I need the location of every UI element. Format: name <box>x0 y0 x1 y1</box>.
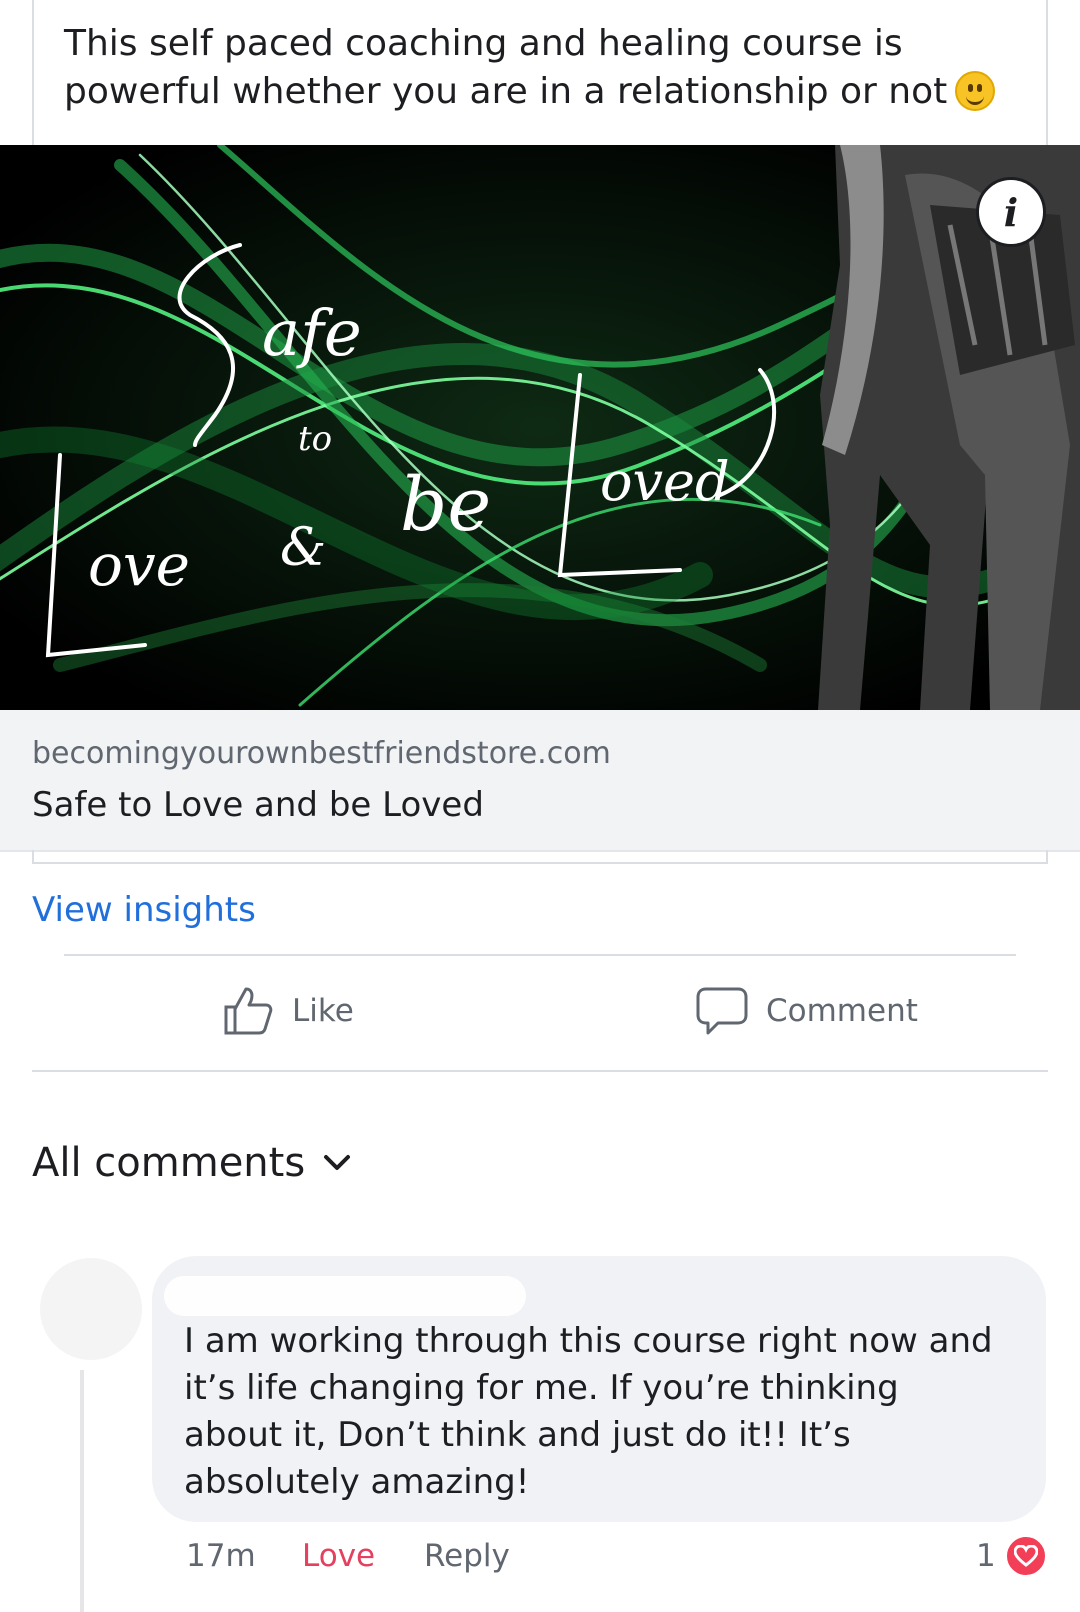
comments-filter-label: All comments <box>32 1140 306 1186</box>
comment-timestamp: 17m <box>186 1538 256 1574</box>
smiling-face-icon <box>955 71 996 111</box>
comments-filter-dropdown[interactable]: All comments <box>32 1140 351 1186</box>
like-label: Like <box>292 993 354 1029</box>
post-caption: This self paced coaching and healing cou… <box>64 20 1024 116</box>
comment-reply-button[interactable]: Reply <box>424 1538 510 1574</box>
divider <box>32 1070 1048 1072</box>
ad-image[interactable]: afe to ove & be oved <box>0 145 1080 710</box>
reaction-summary[interactable]: 1 <box>976 1534 1048 1578</box>
comment-text: I am working through this course right n… <box>184 1321 993 1502</box>
comment-button[interactable]: Comment <box>696 985 918 1037</box>
ad-artwork: afe to ove & be oved <box>0 145 1080 710</box>
thumbs-up-icon <box>224 987 273 1035</box>
link-title: Safe to Love and be Loved <box>32 785 484 825</box>
post-caption-text: This self paced coaching and healing cou… <box>64 23 948 112</box>
ad-info-button[interactable]: i <box>976 177 1046 247</box>
script-word-to: to <box>298 419 332 459</box>
view-insights-link[interactable]: View insights <box>32 890 256 930</box>
post-card-border-left <box>32 0 34 145</box>
script-word-safe: afe <box>262 297 362 371</box>
divider <box>64 954 1016 956</box>
comment-label: Comment <box>766 993 918 1029</box>
script-word-be: be <box>400 462 491 548</box>
comment-love-button[interactable]: Love <box>302 1538 375 1574</box>
like-button[interactable]: Like <box>222 985 354 1037</box>
script-word-love: ove <box>88 531 190 599</box>
info-icon: i <box>1003 189 1019 235</box>
post-card-border-bottom <box>32 850 1048 864</box>
script-word-amp: & <box>280 518 326 578</box>
post-card-border-right <box>1046 0 1048 145</box>
link-preview[interactable] <box>0 710 1080 852</box>
chevron-down-icon <box>324 1155 351 1170</box>
link-domain: becomingyourownbestfriendstore.com <box>32 736 611 771</box>
heart-icon <box>1003 1534 1048 1578</box>
comment-bubble-icon <box>696 987 748 1035</box>
reaction-count: 1 <box>976 1538 996 1574</box>
avatar[interactable] <box>40 1258 142 1360</box>
script-word-loved: oved <box>600 450 730 513</box>
commenter-name-redacted <box>164 1276 526 1316</box>
thread-line <box>80 1370 84 1612</box>
